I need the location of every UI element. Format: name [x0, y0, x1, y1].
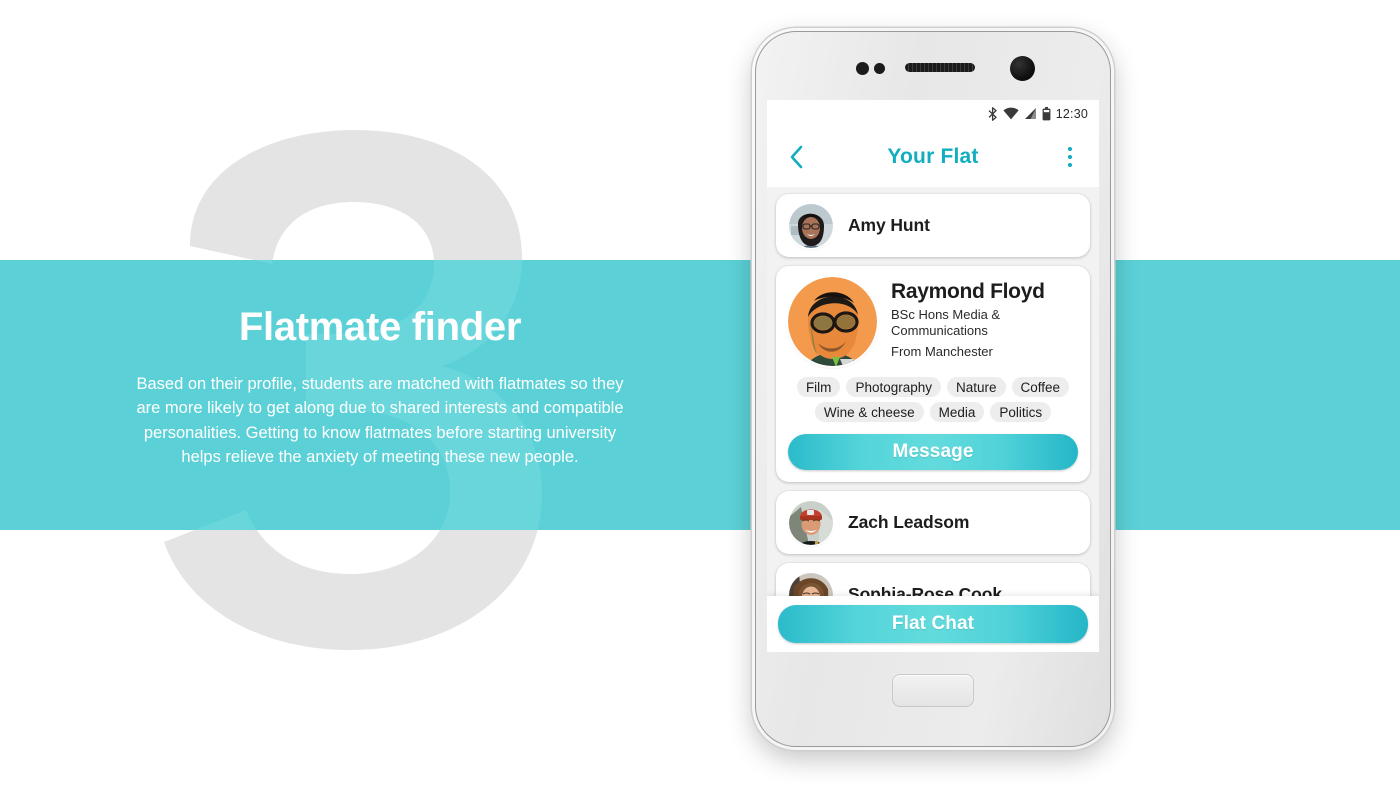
phone-screen: 12:30 Your Flat Amy Hunt Raymond Floyd B…: [767, 100, 1099, 652]
interest-tag[interactable]: Politics: [990, 402, 1052, 422]
back-chevron-icon[interactable]: [783, 144, 809, 170]
wifi-icon: [1003, 107, 1019, 120]
home-button[interactable]: [892, 674, 974, 707]
zach-leadsom-avatar: [789, 500, 833, 545]
flatmate-row-amy-hunt[interactable]: Amy Hunt: [776, 194, 1090, 257]
phone-top-bezel: [752, 28, 1114, 100]
interest-tag[interactable]: Nature: [947, 377, 1006, 397]
flatmate-list[interactable]: Amy Hunt Raymond Floyd BSc Hons Media & …: [767, 187, 1099, 652]
profile-header: Raymond Floyd BSc Hons Media & Communica…: [788, 277, 1078, 366]
flatmate-name: Zach Leadsom: [848, 512, 970, 532]
signal-icon: [1024, 107, 1037, 120]
interest-tag[interactable]: Wine & cheese: [814, 402, 924, 422]
flat-chat-button[interactable]: Flat Chat: [778, 605, 1088, 643]
flatmate-row-zach-leadsom[interactable]: Zach Leadsom: [776, 491, 1090, 554]
amy-hunt-avatar: [789, 203, 833, 248]
status-bar-time: 12:30: [1055, 106, 1088, 121]
left-copy-block: Flatmate finder Based on their profile, …: [110, 305, 650, 470]
interest-tag[interactable]: Photography: [846, 377, 941, 397]
raymond-floyd-avatar: [788, 277, 877, 366]
front-camera-icon: [1010, 56, 1035, 81]
bottom-action-bar: Flat Chat: [767, 596, 1099, 652]
interest-tag[interactable]: Coffee: [1011, 377, 1070, 397]
profile-origin: From Manchester: [891, 343, 993, 359]
status-bar: 12:30: [767, 100, 1099, 127]
battery-icon: [1042, 106, 1051, 121]
app-bar-title: Your Flat: [887, 145, 979, 168]
message-button[interactable]: Message: [788, 434, 1078, 470]
interest-tag[interactable]: Film: [796, 377, 841, 397]
page-description: Based on their profile, students are mat…: [136, 375, 624, 467]
interest-tag-list: Film Photography Nature Coffee Wine & ch…: [788, 377, 1078, 422]
profile-name: Raymond Floyd: [891, 280, 1045, 303]
proximity-sensor-icon: [856, 62, 869, 75]
list-item[interactable]: Amy Hunt: [776, 194, 1090, 257]
list-item[interactable]: Zach Leadsom: [776, 491, 1090, 554]
light-sensor-icon: [874, 63, 885, 74]
flatmate-profile-card[interactable]: Raymond Floyd BSc Hons Media & Communica…: [776, 266, 1090, 482]
profile-course: BSc Hons Media & Communications: [891, 307, 1001, 338]
overflow-menu-icon[interactable]: [1057, 144, 1083, 170]
app-bar: Your Flat: [767, 127, 1099, 187]
interest-tag[interactable]: Media: [929, 402, 985, 422]
flatmate-name: Amy Hunt: [848, 215, 930, 235]
bluetooth-icon: [988, 106, 998, 121]
earpiece-speaker-icon: [905, 63, 975, 72]
phone-mockup: 12:30 Your Flat Amy Hunt Raymond Floyd B…: [752, 28, 1114, 750]
page-title: Flatmate finder: [238, 305, 522, 349]
